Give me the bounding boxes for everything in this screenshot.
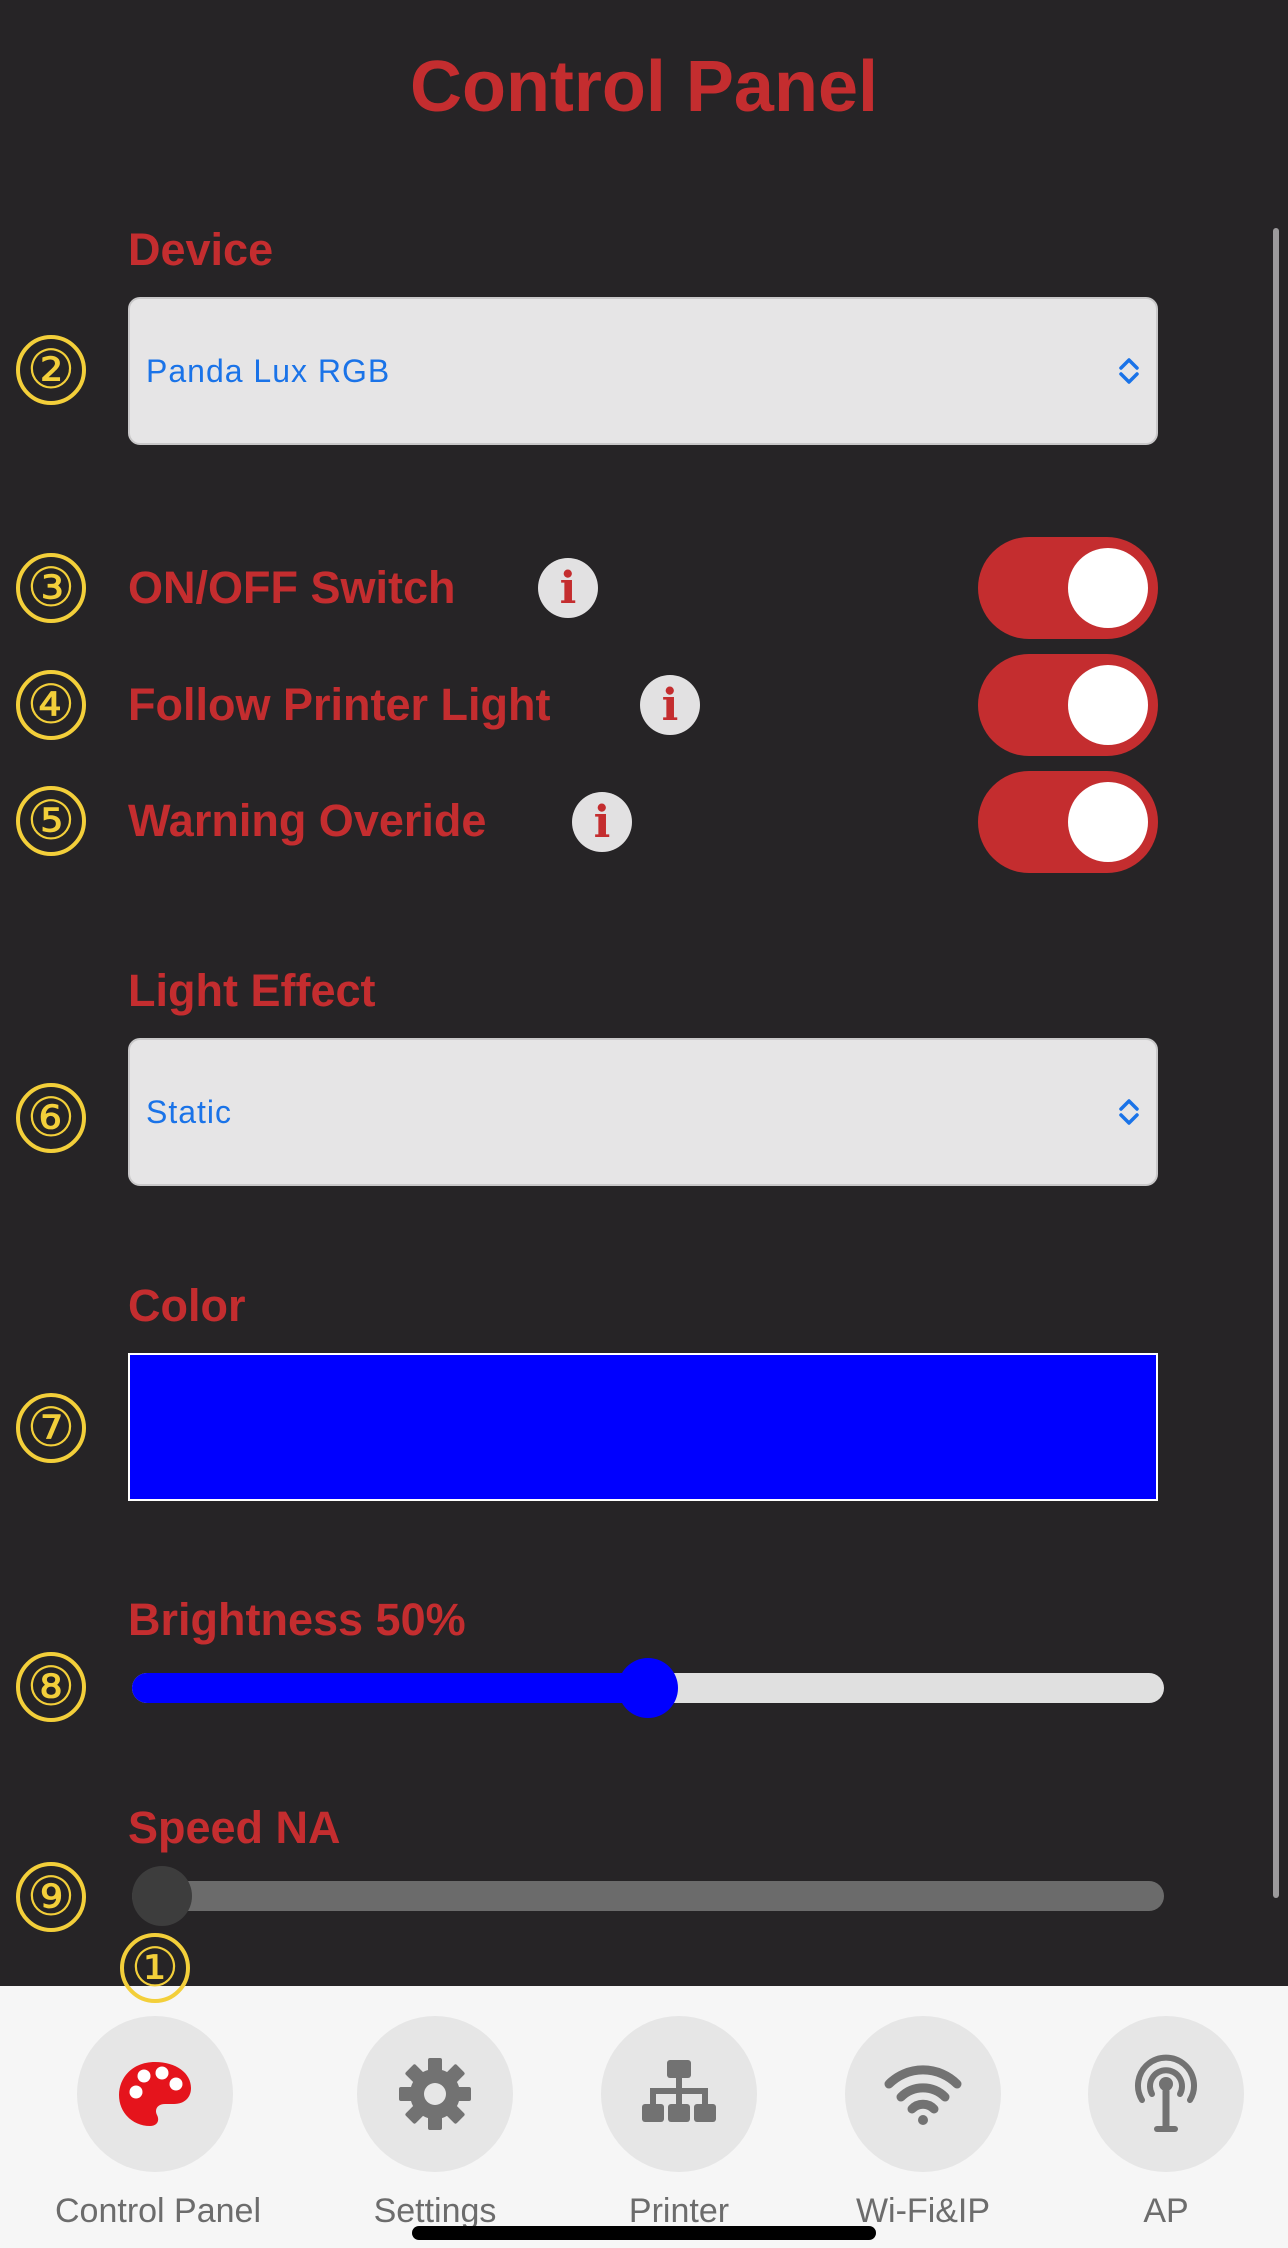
marker-2: ② xyxy=(16,335,86,405)
speed-track xyxy=(132,1881,1164,1911)
wifi-icon xyxy=(884,2065,962,2125)
tab-icon-circle xyxy=(357,2016,513,2172)
palette-icon xyxy=(119,2062,191,2126)
color-swatch[interactable] xyxy=(128,1353,1158,1501)
light-effect-label: Light Effect xyxy=(128,965,376,1016)
speed-slider[interactable] xyxy=(132,1858,1164,1934)
toggle-knob xyxy=(1068,665,1148,745)
brightness-slider[interactable] xyxy=(132,1650,1164,1726)
light-effect-select-value: Static xyxy=(146,1093,233,1130)
speed-label: Speed NA xyxy=(128,1802,341,1853)
marker-9: ⑨ xyxy=(16,1862,86,1932)
gear-icon xyxy=(399,2058,471,2130)
tab-bar: Control Panel Settings Printer Wi-Fi&IP … xyxy=(0,1986,1288,2248)
marker-5: ⑤ xyxy=(16,786,86,856)
brightness-label: Brightness 50% xyxy=(128,1594,466,1645)
toggle-knob xyxy=(1068,548,1148,628)
speed-thumb[interactable] xyxy=(132,1866,192,1926)
color-label: Color xyxy=(128,1280,246,1331)
brightness-fill xyxy=(132,1673,648,1703)
select-chevron-icon xyxy=(1119,358,1139,384)
brightness-thumb[interactable] xyxy=(618,1658,678,1718)
scrollbar[interactable] xyxy=(1273,228,1279,1898)
device-select[interactable]: Panda Lux RGB xyxy=(128,297,1158,445)
marker-6: ⑥ xyxy=(16,1083,86,1153)
device-label: Device xyxy=(128,224,274,275)
follow-printer-light-label: Follow Printer Light xyxy=(128,679,551,730)
marker-1: ① xyxy=(120,1933,190,2003)
tab-settings[interactable]: Settings xyxy=(335,2016,535,2231)
marker-8: ⑧ xyxy=(16,1652,86,1722)
tab-icon-circle xyxy=(845,2016,1001,2172)
follow-printer-light-toggle[interactable] xyxy=(978,654,1158,756)
network-tree-icon xyxy=(642,2060,716,2122)
select-chevron-icon xyxy=(1119,1099,1139,1125)
broadcast-antenna-icon xyxy=(1135,2054,1197,2132)
warning-override-toggle[interactable] xyxy=(978,771,1158,873)
tab-ap[interactable]: AP xyxy=(1066,2016,1266,2231)
light-effect-select[interactable]: Static xyxy=(128,1038,1158,1186)
on-off-toggle[interactable] xyxy=(978,537,1158,639)
tab-wifi-ip[interactable]: Wi-Fi&IP xyxy=(823,2016,1023,2231)
marker-4: ④ xyxy=(16,670,86,740)
tab-control-panel[interactable]: Control Panel xyxy=(55,2016,262,2231)
marker-7: ⑦ xyxy=(16,1393,86,1463)
home-indicator xyxy=(412,2226,876,2240)
tab-label: AP xyxy=(1143,2192,1189,2230)
tab-printer[interactable]: Printer xyxy=(579,2016,779,2231)
tab-label: Control Panel xyxy=(55,2192,262,2230)
tab-icon-circle xyxy=(77,2016,233,2172)
warning-override-label: Warning Overide xyxy=(128,795,487,846)
warning-override-info-icon[interactable]: i xyxy=(572,792,632,852)
on-off-switch-label: ON/OFF Switch xyxy=(128,562,456,613)
on-off-info-icon[interactable]: i xyxy=(538,558,598,618)
tab-icon-circle xyxy=(601,2016,757,2172)
marker-3: ③ xyxy=(16,553,86,623)
device-select-value: Panda Lux RGB xyxy=(146,352,391,389)
page-title: Control Panel xyxy=(409,47,879,127)
follow-printer-light-info-icon[interactable]: i xyxy=(640,675,700,735)
toggle-knob xyxy=(1068,782,1148,862)
tab-icon-circle xyxy=(1088,2016,1244,2172)
